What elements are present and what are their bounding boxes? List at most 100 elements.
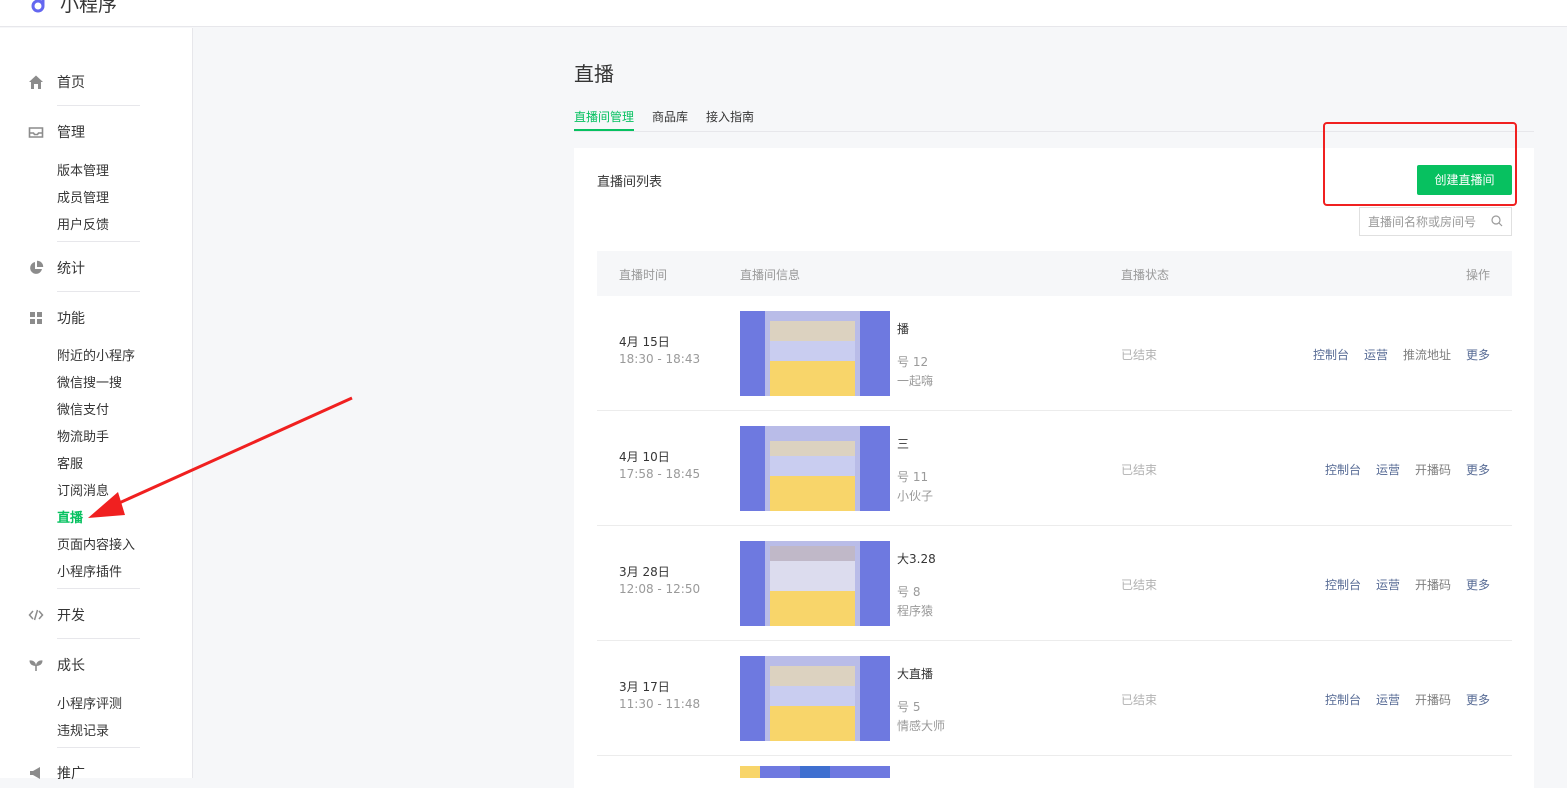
live-status: 已结束 — [1121, 578, 1158, 592]
row-actions: 控制台 运营 开播码 更多 — [1325, 691, 1490, 708]
live-cover-thumbnail — [740, 426, 890, 511]
sidebar-item-wechat-search[interactable]: 微信搜一搜 — [57, 372, 122, 391]
row-actions: 控制台 运营 推流地址 更多 — [1313, 346, 1490, 363]
sidebar-item-stats[interactable]: 统计 — [28, 258, 85, 278]
sidebar-item-version-manage[interactable]: 版本管理 — [57, 160, 109, 179]
top-bar: 小程序 — [0, 0, 1567, 27]
tab-access-guide[interactable]: 接入指南 — [706, 108, 754, 125]
live-cover-thumbnail — [740, 541, 890, 626]
live-room-number: 号 12 — [897, 355, 929, 369]
inbox-icon — [28, 127, 44, 138]
live-time: 11:30 - 11:48 — [619, 697, 701, 711]
sidebar-item-label: 功能 — [57, 311, 85, 327]
more-link[interactable]: 更多 — [1466, 576, 1490, 593]
console-link[interactable]: 控制台 — [1325, 576, 1361, 593]
more-link[interactable]: 更多 — [1466, 691, 1490, 708]
sidebar-item-user-feedback[interactable]: 用户反馈 — [57, 214, 109, 233]
console-link[interactable]: 控制台 — [1325, 691, 1361, 708]
pie-chart-icon — [30, 260, 44, 274]
live-status: 已结束 — [1121, 693, 1158, 707]
miniprogram-logo-icon[interactable] — [30, 0, 52, 14]
active-tab-indicator — [574, 129, 634, 131]
live-room-name: 三 — [897, 437, 910, 451]
annotation-highlight-box — [1323, 122, 1517, 206]
operations-link[interactable]: 运营 — [1376, 461, 1400, 478]
live-cover-thumbnail — [740, 311, 890, 396]
sidebar-item-growth[interactable]: 成长 — [28, 655, 85, 675]
more-link[interactable]: 更多 — [1466, 346, 1490, 363]
divider — [57, 105, 140, 106]
tab-product-library[interactable]: 商品库 — [652, 108, 688, 125]
live-host: 一起嗨 — [897, 374, 934, 388]
live-host: 小伙子 — [897, 489, 934, 503]
operations-link[interactable]: 运营 — [1364, 346, 1388, 363]
live-room-name: 大直播 — [897, 667, 934, 681]
table-row: 4月 15日 18:30 - 18:43 播 号 12 一起嗨 已结束 控制台 … — [597, 296, 1512, 411]
sidebar-item-violations[interactable]: 违规记录 — [57, 720, 109, 739]
operations-link[interactable]: 运营 — [1376, 691, 1400, 708]
sidebar-item-customer-service[interactable]: 客服 — [57, 453, 83, 472]
live-status: 已结束 — [1121, 463, 1158, 477]
divider — [57, 588, 140, 589]
live-time: 17:58 - 18:45 — [619, 467, 701, 481]
sidebar-item-develop[interactable]: 开发 — [28, 605, 85, 625]
console-link[interactable]: 控制台 — [1325, 461, 1361, 478]
brand-title: 小程序 — [60, 0, 118, 16]
sidebar-item-logistics[interactable]: 物流助手 — [57, 426, 109, 445]
sidebar-item-promotion[interactable]: 推广 — [28, 763, 85, 783]
search-input[interactable] — [1360, 208, 1485, 235]
sidebar-item-live[interactable]: 直播 — [57, 507, 83, 526]
sidebar-item-features[interactable]: 功能 — [28, 308, 85, 328]
live-date: 4月 10日 — [619, 450, 670, 464]
live-room-name: 大3.28 — [897, 552, 936, 566]
sidebar-item-label: 统计 — [57, 261, 85, 277]
live-code-link[interactable]: 开播码 — [1415, 461, 1451, 478]
sidebar-item-manage[interactable]: 管理 — [28, 122, 85, 142]
column-header-time: 直播时间 — [619, 268, 668, 282]
sidebar-item-label: 推广 — [57, 766, 85, 782]
live-cover-thumbnail — [740, 766, 890, 778]
sidebar-item-page-content[interactable]: 页面内容接入 — [57, 534, 135, 553]
sidebar-item-nearby[interactable]: 附近的小程序 — [57, 345, 135, 364]
column-header-info: 直播间信息 — [740, 268, 801, 282]
row-actions: 控制台 运营 开播码 更多 — [1325, 576, 1490, 593]
sidebar-item-home[interactable]: 首页 — [28, 72, 85, 92]
home-icon — [29, 75, 43, 89]
divider — [57, 241, 140, 242]
live-room-number: 号 8 — [897, 585, 921, 599]
sidebar-item-label: 管理 — [57, 125, 85, 141]
sidebar-item-label: 开发 — [57, 608, 85, 624]
live-date: 3月 28日 — [619, 565, 670, 579]
tab-live-room-manage[interactable]: 直播间管理 — [574, 108, 634, 125]
list-title: 直播间列表 — [597, 175, 663, 190]
divider — [57, 291, 140, 292]
sidebar-item-evaluation[interactable]: 小程序评测 — [57, 693, 122, 712]
console-link[interactable]: 控制台 — [1313, 346, 1349, 363]
sidebar-item-label: 成长 — [57, 658, 85, 674]
more-link[interactable]: 更多 — [1466, 461, 1490, 478]
divider — [57, 747, 140, 748]
push-url-link[interactable]: 推流地址 — [1403, 346, 1451, 363]
search-icon[interactable] — [1491, 215, 1503, 227]
column-header-actions: 操作 — [1465, 268, 1490, 282]
live-cover-thumbnail — [740, 656, 890, 741]
sidebar-item-subscribe-msg[interactable]: 订阅消息 — [57, 480, 109, 499]
sidebar-item-member-manage[interactable]: 成员管理 — [57, 187, 109, 206]
operations-link[interactable]: 运营 — [1376, 576, 1400, 593]
column-header-status: 直播状态 — [1121, 268, 1170, 282]
sidebar: 首页 管理 版本管理 成员管理 用户反馈 统计 功能 附近的小程序 微信搜一搜 … — [0, 28, 193, 782]
sidebar-item-label: 首页 — [57, 75, 85, 91]
live-date: 3月 17日 — [619, 680, 670, 694]
live-code-link[interactable]: 开播码 — [1415, 691, 1451, 708]
page-title: 直播 — [574, 62, 614, 86]
live-room-number: 号 11 — [897, 470, 929, 484]
sidebar-item-plugins[interactable]: 小程序插件 — [57, 561, 122, 580]
sidebar-item-wechat-pay[interactable]: 微信支付 — [57, 399, 109, 418]
live-host: 情感大师 — [897, 719, 946, 733]
live-code-link[interactable]: 开播码 — [1415, 576, 1451, 593]
live-time: 12:08 - 12:50 — [619, 582, 701, 596]
table-row: 3月 17日 11:30 - 11:48 大直播 号 5 情感大师 已结束 控制… — [597, 641, 1512, 756]
table-row: 3月 28日 12:08 - 12:50 大3.28 号 8 程序猿 已结束 控… — [597, 526, 1512, 641]
table-row: 4月 10日 17:58 - 18:45 三 号 11 小伙子 已结束 控制台 … — [597, 411, 1512, 526]
search-box — [1359, 207, 1512, 236]
